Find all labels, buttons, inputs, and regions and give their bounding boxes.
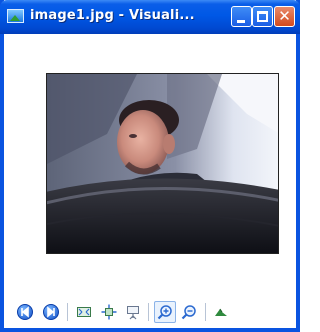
actual-size-icon [101, 304, 117, 320]
fit-to-window-button[interactable] [73, 301, 95, 323]
maximize-button[interactable] [252, 6, 273, 27]
close-icon: ✕ [278, 7, 291, 25]
previous-button[interactable] [14, 301, 36, 323]
rotate-icon [215, 308, 227, 316]
window-title: image1.jpg - Visuali... [30, 8, 195, 23]
next-icon [43, 304, 59, 320]
next-button[interactable] [40, 301, 62, 323]
photo-content [47, 74, 278, 253]
rotate-button[interactable] [210, 301, 232, 323]
image-preview [46, 73, 279, 254]
slideshow-icon [127, 306, 139, 320]
toolbar-separator [205, 303, 206, 321]
toolbar-separator [67, 303, 68, 321]
minimize-button[interactable] [231, 6, 252, 27]
image-viewer-window: image1.jpg - Visuali... ✕ [0, 0, 300, 332]
actual-size-button[interactable] [98, 301, 120, 323]
zoom-out-icon [181, 305, 196, 320]
minimize-icon [237, 20, 245, 23]
viewer-toolbar [4, 301, 296, 325]
zoom-out-button[interactable] [178, 301, 200, 323]
maximize-icon [257, 11, 268, 22]
previous-icon [17, 304, 33, 320]
fit-to-window-icon [77, 307, 91, 317]
title-bar[interactable]: image1.jpg - Visuali... ✕ [0, 0, 300, 34]
zoom-in-button[interactable] [154, 301, 176, 323]
toolbar-separator [148, 303, 149, 321]
app-icon [7, 9, 24, 23]
slideshow-button[interactable] [122, 301, 144, 323]
zoom-in-icon [157, 305, 172, 320]
close-button[interactable]: ✕ [274, 6, 295, 27]
